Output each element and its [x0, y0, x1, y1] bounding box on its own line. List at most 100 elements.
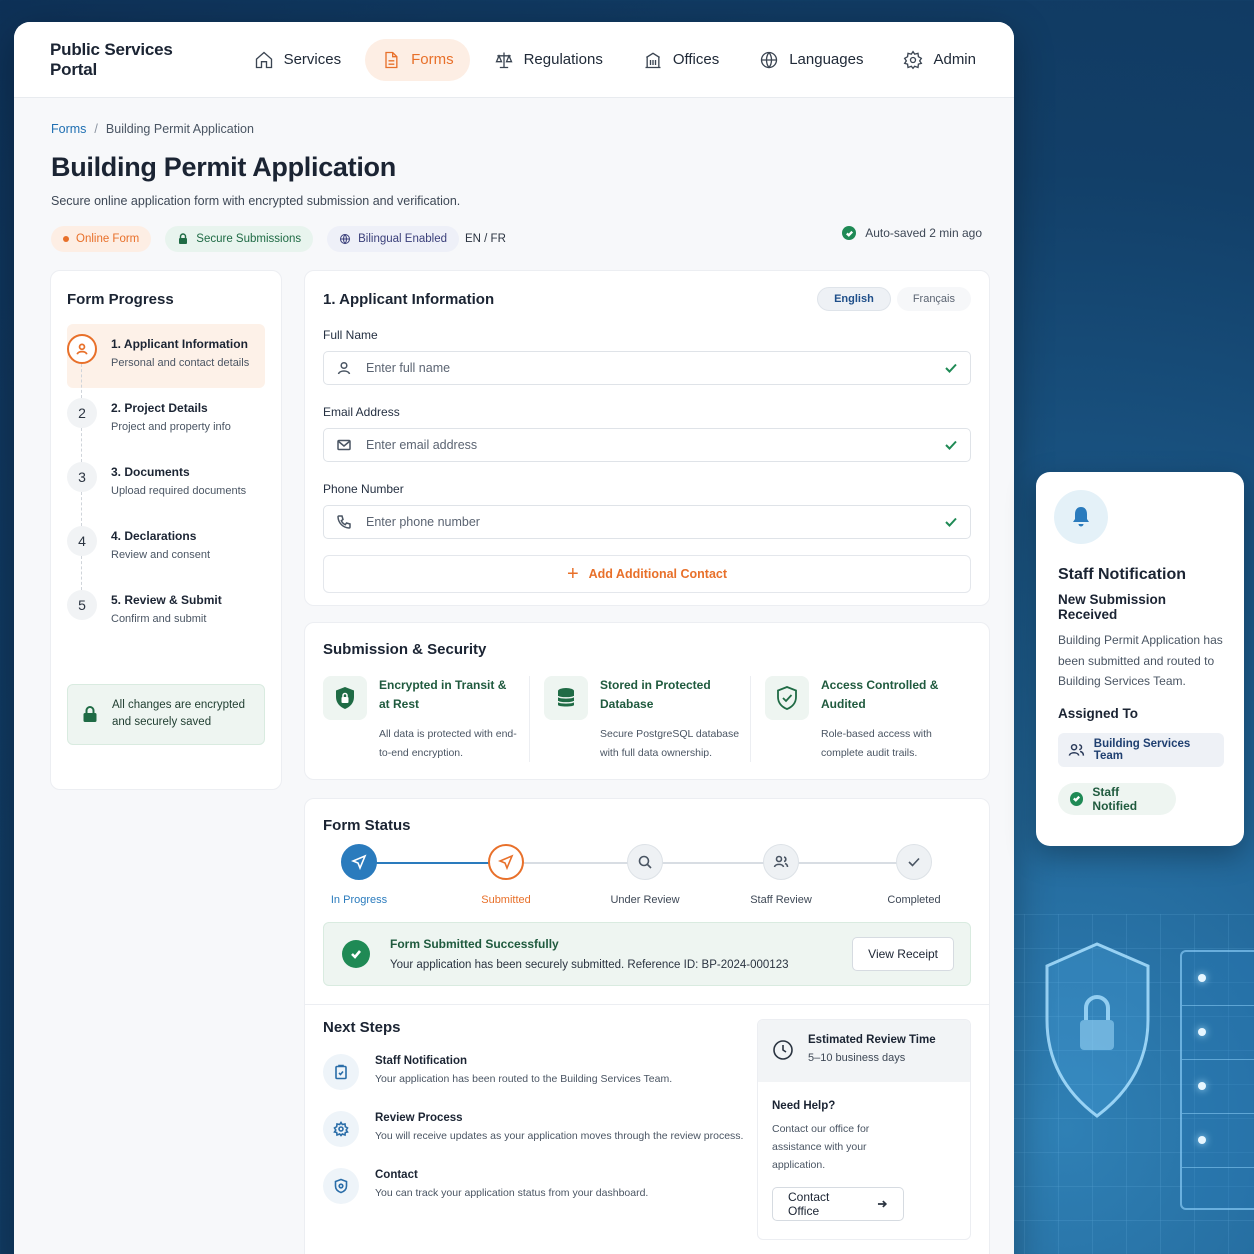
step-1-badge: [67, 334, 97, 364]
next-step-title: Staff Notification: [375, 1055, 467, 1067]
bell-icon: [1054, 490, 1108, 544]
help-box: Need Help? Contact our office for assist…: [758, 1082, 970, 1239]
step-desc: Confirm and submit: [111, 613, 207, 625]
next-steps-title: Next Steps: [323, 1019, 401, 1036]
next-step-desc: You can track your application status fr…: [375, 1187, 649, 1199]
home-icon: [255, 51, 272, 68]
nav-offices[interactable]: Offices: [627, 39, 735, 81]
breadcrumb: Forms / Building Permit Application: [51, 122, 254, 136]
step-4-badge: 4: [67, 526, 97, 556]
language-toggle: English Français: [817, 287, 971, 311]
phone-field[interactable]: Enter phone number: [323, 505, 971, 539]
nav-regulations[interactable]: Regulations: [478, 39, 619, 81]
submission-security-card: Submission & Security Encrypted in Trans…: [304, 622, 990, 780]
breadcrumb-forms-link[interactable]: Forms: [51, 122, 86, 136]
globe-icon: [761, 51, 778, 69]
assigned-to-label: Assigned To: [1058, 705, 1139, 721]
language-codes: EN / FR: [464, 233, 506, 245]
form-progress-title: Form Progress: [67, 291, 174, 308]
stage-label: Completed: [887, 894, 941, 906]
scales-icon: [495, 52, 513, 68]
view-receipt-button[interactable]: View Receipt: [852, 937, 954, 971]
stage-submitted-icon: [488, 844, 524, 880]
feature-title: Encrypted in Transit & at Rest: [379, 678, 507, 711]
feature-title: Access Controlled & Audited: [821, 678, 939, 711]
security-feature-access: Access Controlled & Audited Role-based ac…: [750, 676, 971, 762]
secure-submissions-label: Secure Submissions: [196, 233, 302, 245]
stage-label: Staff Review: [750, 894, 812, 906]
progress-step-5[interactable]: 5 5. Review & Submit Confirm and submit: [67, 580, 265, 644]
security-section-title: Submission & Security: [323, 641, 487, 658]
next-step-desc: Your application has been routed to the …: [375, 1073, 673, 1085]
form-progress-card: Form Progress 1. Applicant Information Pe…: [50, 270, 282, 790]
email-field[interactable]: Enter email address: [323, 428, 971, 462]
email-placeholder: Enter email address: [366, 438, 478, 452]
mail-icon: [337, 439, 351, 451]
clipboard-icon: [323, 1054, 359, 1090]
contact-office-button[interactable]: Contact Office: [772, 1186, 904, 1221]
next-step-title: Review Process: [375, 1112, 463, 1124]
lock-icon: [179, 233, 188, 244]
help-title: Need Help?: [772, 1100, 836, 1112]
step-title: 1. Applicant Information: [111, 337, 248, 351]
staff-notified-badge: Staff Notified: [1058, 782, 1176, 815]
next-step-desc: You will receive updates as your applica…: [375, 1130, 744, 1142]
phone-placeholder: Enter phone number: [366, 515, 480, 529]
lock-icon: [83, 706, 97, 723]
feature-desc: All data is protected with end-to-end en…: [379, 728, 517, 759]
stage-label: Submitted: [481, 894, 531, 906]
gear-icon: [323, 1111, 359, 1147]
nav-languages[interactable]: Languages: [743, 39, 879, 81]
next-step-item: Staff Notification Your application has b…: [323, 1054, 753, 1090]
nav-admin[interactable]: Admin: [887, 39, 992, 81]
progress-step-3[interactable]: 3 3. Documents Upload required documents: [67, 452, 265, 526]
background-server: [1180, 950, 1254, 1210]
check-circle-icon: [842, 226, 857, 240]
nav-forms[interactable]: Forms: [365, 38, 470, 81]
nav-regulations-label: Regulations: [523, 51, 603, 68]
assigned-team-label: Building Services Team: [1093, 737, 1191, 762]
notification-title: Staff Notification: [1058, 566, 1186, 583]
stage-under-review-icon: [627, 844, 663, 880]
next-step-item: Review Process You will receive updates a…: [323, 1111, 753, 1147]
clock-icon: [773, 1040, 793, 1060]
staff-notification-card: Staff Notification New Submission Receiv…: [1036, 472, 1244, 846]
page-title: Building Permit Application: [51, 152, 396, 182]
success-desc: Your application has been securely submi…: [390, 959, 789, 971]
check-circle-icon: [1070, 791, 1084, 806]
nav-forms-label: Forms: [411, 51, 454, 68]
lang-english-button[interactable]: English: [817, 287, 891, 311]
add-contact-button[interactable]: + Add Additional Contact: [323, 555, 971, 593]
autosave-text: Auto-saved 2 min ago: [865, 226, 982, 240]
check-icon: [945, 363, 957, 373]
status-dot: [63, 236, 69, 242]
breadcrumb-separator: /: [94, 122, 98, 136]
feature-title: Stored in Protected Database: [600, 678, 711, 711]
feature-desc: Role-based access with complete audit tr…: [821, 728, 932, 759]
step-desc: Upload required documents: [111, 485, 247, 497]
stage-completed-icon: [896, 844, 932, 880]
user-icon: [337, 361, 351, 375]
full-name-placeholder: Enter full name: [366, 361, 451, 375]
next-step-item: Contact You can track your application st…: [323, 1168, 753, 1204]
step-3-badge: 3: [67, 462, 97, 492]
user-icon: [76, 343, 88, 355]
secure-submissions-tag: Secure Submissions: [165, 226, 314, 252]
progress-step-2[interactable]: 2 2. Project Details Project and property…: [67, 388, 265, 462]
nav-services[interactable]: Services: [238, 39, 358, 81]
users-icon: [1068, 743, 1085, 756]
bilingual-label: Bilingual Enabled: [358, 233, 447, 245]
autosave-status: Auto-saved 2 min ago: [842, 226, 982, 240]
nav-admin-label: Admin: [933, 51, 976, 68]
check-icon: [945, 517, 957, 527]
lang-french-button[interactable]: Français: [896, 287, 971, 311]
progress-step-1[interactable]: 1. Applicant Information Personal and con…: [67, 324, 265, 398]
shield-icon: [323, 1168, 359, 1204]
progress-step-4[interactable]: 4 4. Declarations Review and consent: [67, 516, 265, 590]
globe-icon: [340, 234, 351, 245]
security-features: Encrypted in Transit & at Rest All data i…: [323, 676, 971, 762]
full-name-field[interactable]: Enter full name: [323, 351, 971, 385]
status-stepper: In Progress Submitted Under Review Staff…: [323, 844, 971, 908]
stage-label: Under Review: [610, 894, 680, 906]
brand-title[interactable]: Public Services Portal: [50, 40, 224, 80]
